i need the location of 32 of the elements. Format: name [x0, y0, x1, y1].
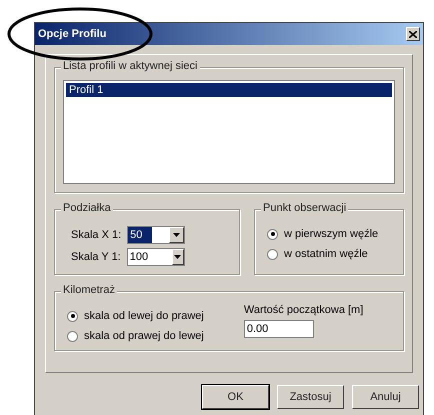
radio-button[interactable] — [267, 248, 278, 260]
profile-list[interactable]: Profil 1 — [63, 80, 395, 184]
dropdown-field[interactable]: 50 — [127, 226, 186, 244]
radio-label: w pierwszym węźle — [284, 228, 378, 240]
radio-button[interactable] — [267, 228, 278, 240]
dropdown-field[interactable]: 100 — [126, 248, 185, 266]
caret-icon — [174, 255, 182, 259]
group-label: Punkt obserwacji — [261, 202, 348, 214]
dialog-button[interactable]: OK — [202, 385, 269, 409]
start-value-field[interactable]: 0.00 — [244, 320, 314, 338]
combo-input[interactable]: 50 — [128, 227, 152, 243]
list-item[interactable]: Profil 1 — [66, 83, 392, 97]
radio-button[interactable] — [67, 310, 78, 322]
field-label: Skala Y 1: — [71, 251, 121, 263]
dropdown-button[interactable] — [172, 249, 184, 265]
group-label: Kilometraż — [61, 284, 117, 296]
radio-label: skala od prawej do lewej — [84, 330, 204, 342]
close-icon — [409, 30, 417, 38]
group-label: Lista profili w aktywnej sieci — [61, 60, 200, 72]
field-label: Skala X 1: — [71, 229, 122, 241]
close-button[interactable] — [406, 27, 420, 41]
window-title: Opcje Profilu — [38, 28, 106, 40]
radio-label: w ostatnim węźle — [284, 248, 368, 260]
dropdown-button[interactable] — [169, 227, 184, 243]
dialog-button[interactable]: Anuluj — [352, 385, 419, 409]
field-label: Wartość początkowa [m] — [244, 304, 364, 316]
group-label: Podziałka — [61, 202, 113, 214]
radio-label: skala od lewej do prawej — [84, 310, 204, 322]
radio-button[interactable] — [67, 330, 78, 342]
dialog-button[interactable]: Zastosuj — [277, 385, 344, 409]
caret-icon — [173, 233, 180, 237]
combo-input[interactable]: 100 — [128, 249, 172, 265]
